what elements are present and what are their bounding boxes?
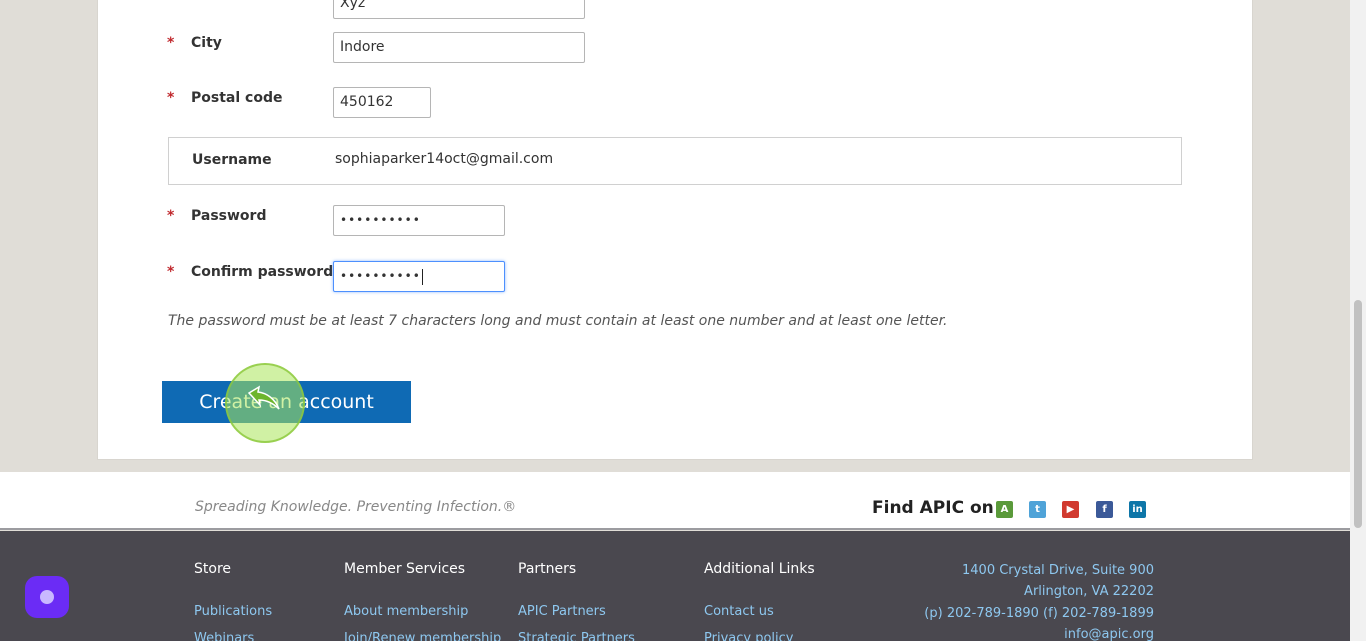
state-input[interactable]: Xyz [333, 0, 585, 19]
tagline: Spreading Knowledge. Preventing Infectio… [195, 499, 517, 515]
linkedin-icon[interactable]: in [1129, 501, 1146, 518]
footer-link-about-membership[interactable]: About membership [344, 604, 468, 619]
text-caret [421, 268, 423, 285]
city-input[interactable]: Indore [333, 32, 585, 63]
twitter-icon[interactable]: t [1029, 501, 1046, 518]
find-apic-label: Find APIC on [872, 498, 994, 518]
chat-widget-button[interactable] [25, 576, 69, 618]
page-scrollbar[interactable] [1350, 0, 1366, 641]
click-indicator [225, 363, 305, 443]
phone-fax: (p) 202-789-1890 (f) 202-789-1899 [924, 606, 1154, 621]
footer-link-webinars[interactable]: Webinars [194, 631, 254, 641]
required-marker: * [167, 90, 175, 106]
footer-heading-partners: Partners [518, 561, 577, 577]
apic-icon[interactable]: A [996, 501, 1013, 518]
username-label: Username [192, 152, 272, 168]
footer-heading-additional-links: Additional Links [704, 561, 815, 577]
footer-link-publications[interactable]: Publications [194, 604, 272, 619]
password-label: Password [191, 208, 267, 224]
footer-link-contact-us[interactable]: Contact us [704, 604, 774, 619]
footer-email-link[interactable]: info@apic.org [1064, 627, 1154, 641]
footer-heading-member-services: Member Services [344, 561, 466, 577]
password-hint: The password must be at least 7 characte… [168, 313, 948, 329]
confirm-password-value: •••••••••• [340, 269, 421, 283]
city-label: City [191, 35, 222, 51]
youtube-icon[interactable]: ▶ [1062, 501, 1079, 518]
address-line-1: 1400 Crystal Drive, Suite 900 [962, 563, 1154, 578]
footer-link-privacy-policy[interactable]: Privacy policy [704, 631, 793, 641]
tagline-bar: Spreading Knowledge. Preventing Infectio… [0, 472, 1350, 530]
cursor-arrow-icon [247, 385, 280, 410]
address-line-2: Arlington, VA 22202 [1024, 584, 1154, 599]
scrollbar-thumb[interactable] [1354, 300, 1362, 528]
chat-icon [40, 590, 54, 604]
facebook-icon[interactable]: f [1096, 501, 1113, 518]
username-box: Username sophiaparker14oct@gmail.com [168, 137, 1182, 185]
required-marker: * [167, 208, 175, 224]
footer-link-apic-partners[interactable]: APIC Partners [518, 604, 606, 619]
confirm-password-input[interactable]: •••••••••• [333, 261, 505, 292]
required-marker: * [167, 264, 175, 280]
footer-link-join-renew[interactable]: Join/Renew membership [344, 631, 501, 641]
required-marker: * [167, 35, 175, 51]
password-input[interactable]: •••••••••• [333, 205, 505, 236]
footer-heading-store: Store [194, 561, 232, 577]
postal-code-input[interactable]: 450162 [333, 87, 431, 118]
footer-link-strategic-partners[interactable]: Strategic Partners [518, 631, 635, 641]
site-footer: Store Publications Webinars Member Servi… [0, 531, 1350, 641]
confirm-password-label: Confirm password [191, 264, 334, 280]
username-value: sophiaparker14oct@gmail.com [335, 151, 554, 167]
postal-code-label: Postal code [191, 90, 283, 106]
